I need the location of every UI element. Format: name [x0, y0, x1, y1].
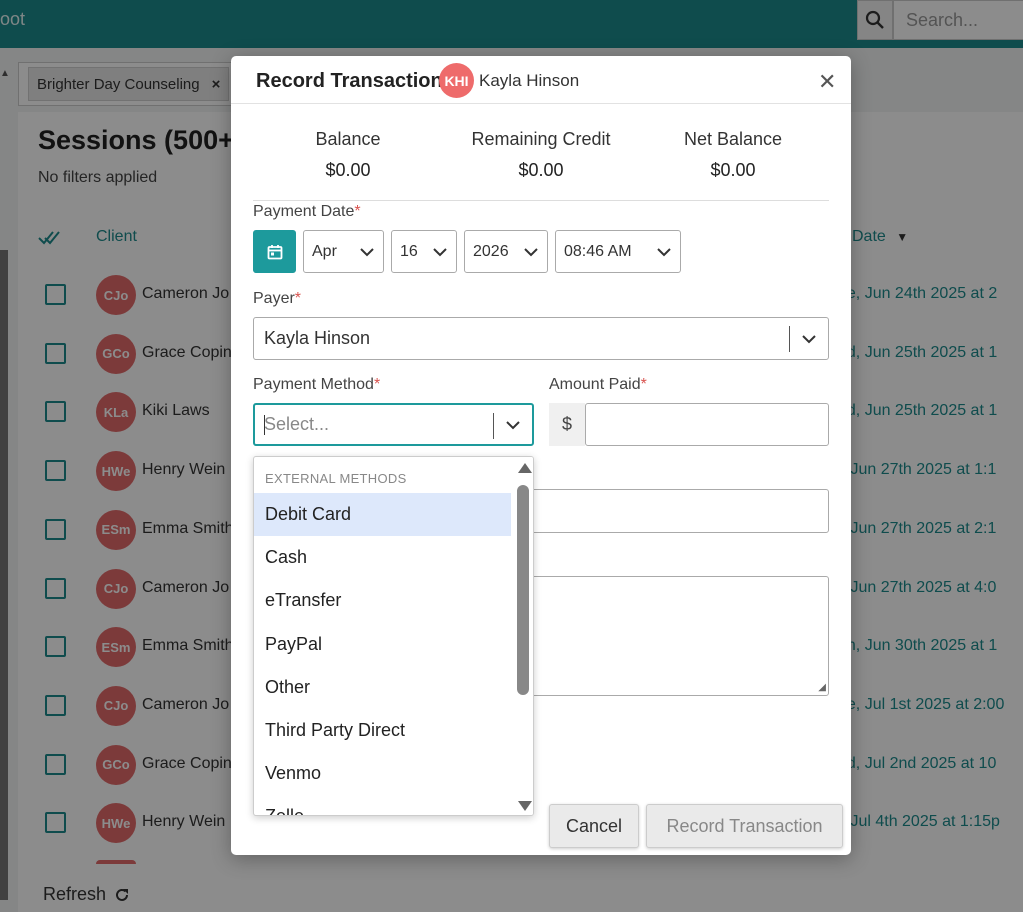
- remaining-credit-value: $0.00: [518, 160, 564, 180]
- time-value: 08:46 AM: [564, 242, 632, 260]
- select-separator: [493, 413, 494, 439]
- required-mark: *: [640, 376, 647, 393]
- payer-value: Kayla Hinson: [264, 328, 371, 348]
- menu-group-label: EXTERNAL METHODS: [265, 471, 407, 486]
- net-balance-summary: Net Balance $0.00: [638, 129, 828, 181]
- menu-option-paypal[interactable]: PayPal: [254, 623, 511, 666]
- select-separator: [789, 326, 790, 352]
- payer-label-text: Payer: [253, 290, 295, 307]
- payment-method-label-text: Payment Method: [253, 376, 374, 393]
- modal-header: Record Transaction KHI Kayla Hinson ✕: [231, 56, 851, 104]
- amount-paid-input[interactable]: [585, 403, 829, 446]
- chevron-down-icon: [433, 248, 447, 257]
- calendar-icon: [267, 244, 282, 259]
- day-select[interactable]: 16: [391, 230, 457, 273]
- close-icon[interactable]: ✕: [818, 69, 836, 95]
- payment-method-label: Payment Method*: [253, 376, 380, 394]
- notes-textarea[interactable]: ◢: [531, 576, 829, 696]
- calendar-button[interactable]: [253, 230, 296, 273]
- amount-paid-label: Amount Paid*: [549, 376, 647, 394]
- reference-input[interactable]: [531, 489, 829, 533]
- day-value: 16: [400, 242, 418, 260]
- chevron-down-icon: [657, 248, 671, 257]
- payer-select[interactable]: Kayla Hinson: [253, 317, 829, 360]
- balance-label: Balance: [315, 129, 381, 149]
- required-mark: *: [354, 203, 361, 220]
- time-select[interactable]: 08:46 AM: [555, 230, 681, 273]
- scroll-up-icon[interactable]: [518, 463, 532, 473]
- record-transaction-modal: Record Transaction KHI Kayla Hinson ✕ Ba…: [231, 56, 851, 855]
- month-select[interactable]: Apr: [303, 230, 384, 273]
- text-cursor: [264, 415, 265, 435]
- scrollbar-thumb[interactable]: [517, 485, 529, 695]
- month-value: Apr: [312, 242, 337, 260]
- payment-method-menu: EXTERNAL METHODS Debit Card Cash eTransf…: [253, 456, 534, 816]
- payment-method-placeholder: Select...: [264, 414, 330, 434]
- year-value: 2026: [473, 242, 509, 260]
- client-name: Kayla Hinson: [479, 71, 580, 90]
- divider: [253, 200, 829, 201]
- chevron-down-icon: [506, 421, 520, 430]
- required-mark: *: [373, 376, 381, 393]
- chevron-down-icon: [802, 335, 816, 344]
- record-transaction-button[interactable]: Record Transaction: [646, 804, 843, 848]
- resize-handle-icon[interactable]: ◢: [818, 682, 826, 693]
- amount-paid-label-text: Amount Paid: [549, 376, 641, 393]
- menu-option-third-party-direct[interactable]: Third Party Direct: [254, 709, 511, 752]
- payment-method-select[interactable]: Select...: [253, 403, 534, 446]
- menu-scrollbar[interactable]: [513, 457, 533, 815]
- chevron-down-icon: [524, 248, 538, 257]
- net-balance-value: $0.00: [710, 160, 756, 180]
- client-avatar: KHI: [439, 63, 474, 98]
- payment-date-label: Payment Date*: [253, 203, 361, 221]
- payer-label: Payer*: [253, 290, 301, 308]
- menu-option-other[interactable]: Other: [254, 666, 511, 709]
- menu-option-etransfer[interactable]: eTransfer: [254, 579, 511, 622]
- remaining-credit-label: Remaining Credit: [471, 129, 611, 149]
- remaining-credit-summary: Remaining Credit $0.00: [446, 129, 636, 181]
- year-select[interactable]: 2026: [464, 230, 548, 273]
- menu-option-cash[interactable]: Cash: [254, 536, 511, 579]
- balance-summary: Balance $0.00: [253, 129, 443, 181]
- currency-addon: $: [549, 403, 585, 446]
- payment-date-label-text: Payment Date: [253, 203, 355, 220]
- menu-option-zelle[interactable]: Zelle: [254, 795, 511, 815]
- scroll-down-icon[interactable]: [518, 801, 532, 811]
- balance-value: $0.00: [325, 160, 371, 180]
- chevron-down-icon: [360, 248, 374, 257]
- menu-option-debit-card[interactable]: Debit Card: [254, 493, 511, 536]
- menu-option-venmo[interactable]: Venmo: [254, 752, 511, 795]
- net-balance-label: Net Balance: [683, 129, 783, 149]
- modal-title: Record Transaction: [256, 70, 443, 92]
- required-mark: *: [294, 290, 302, 307]
- cancel-button[interactable]: Cancel: [549, 804, 639, 848]
